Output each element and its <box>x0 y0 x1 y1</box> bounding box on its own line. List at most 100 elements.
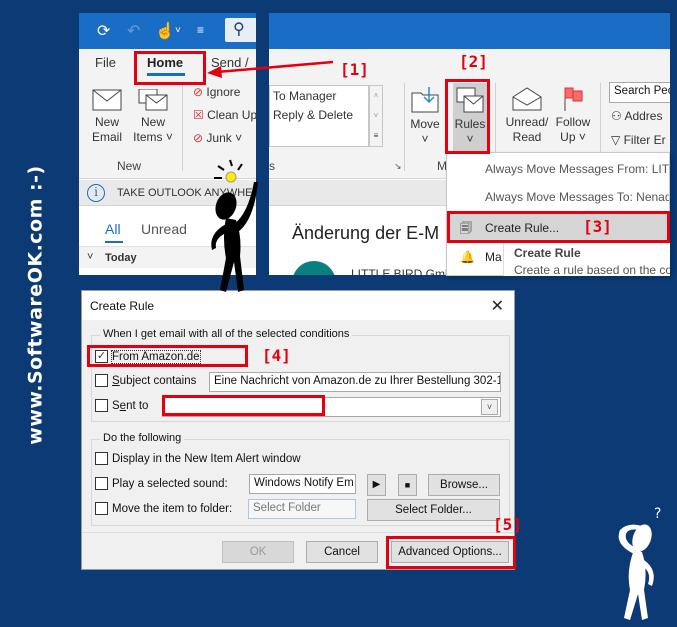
highlight-home-tab <box>134 51 206 85</box>
arrow-annotation <box>207 60 334 78</box>
search-people-input[interactable]: Search Peo <box>609 82 670 103</box>
title-bar: ⟳ ↶ ☝ ˅ ≡ ⚲ <box>79 13 256 49</box>
tab-file[interactable]: File <box>95 55 116 70</box>
browse-button[interactable]: Browse... <box>428 474 500 496</box>
menu-item-move-to[interactable]: Always Move Messages To: Nenad <box>447 183 669 211</box>
subject-input[interactable]: Eine Nachricht von Amazon.de zu Ihrer Be… <box>209 372 501 392</box>
create-rule-dialog: Create Rule ✕ When I get email with all … <box>81 290 515 570</box>
play-sound-checkbox[interactable] <box>95 477 108 490</box>
tab-unread[interactable]: Unread <box>141 221 187 237</box>
play-sound-button[interactable]: ▶ <box>367 474 386 496</box>
address-book-button[interactable]: ⚇ Addres <box>611 109 662 123</box>
group-label-new: New <box>117 159 142 173</box>
search-box[interactable]: ⚲ <box>225 18 256 42</box>
ignore-icon: ⊘ <box>193 85 204 99</box>
touch-dropdown-icon[interactable]: ˅ <box>175 25 181 36</box>
move-folder-checkbox[interactable] <box>95 502 108 515</box>
group-label-quick-steps: s <box>269 159 275 173</box>
annotation-5: [5] <box>493 515 522 534</box>
subject-checkbox[interactable] <box>95 374 108 387</box>
dialog-launcher-icon[interactable]: ↘ <box>394 161 402 172</box>
dialog-title: Create Rule <box>90 299 155 313</box>
sent-to-dropdown-icon[interactable]: ˅ <box>481 399 498 415</box>
quick-steps-scroll[interactable]: ˄ ˅ ≡ <box>369 85 383 147</box>
folder-input[interactable]: Select Folder <box>248 499 356 519</box>
sent-to-condition[interactable]: Sent to <box>95 399 148 412</box>
new-items-button[interactable]: New Items ˅ <box>133 89 173 145</box>
tab-all-underline <box>105 241 123 243</box>
manage-rules-bell-icon: 🔔 <box>460 250 475 264</box>
junk-button[interactable]: ⊘ Junk ˅ <box>193 131 242 145</box>
highlight-advanced-options <box>386 536 516 569</box>
close-icon[interactable]: ✕ <box>491 296 504 316</box>
undo-icon[interactable]: ↶ <box>127 21 140 41</box>
display-alert-checkbox[interactable] <box>95 452 108 465</box>
new-email-button[interactable]: New Email <box>89 89 125 145</box>
address-book-icon: ⚇ <box>611 109 622 123</box>
play-icon: ▶ <box>372 479 381 490</box>
envelope-icon <box>92 89 122 111</box>
sync-icon[interactable]: ⟳ <box>97 21 110 41</box>
quick-step-reply-delete[interactable]: Reply & Delete <box>273 108 353 122</box>
stop-sound-button[interactable]: ■ <box>398 474 417 496</box>
ribbon-separator <box>404 83 405 171</box>
create-rule-tooltip: Create Rule Create a rule based on the c… <box>503 240 670 276</box>
display-alert-action[interactable]: Display in the New Item Alert window <box>95 452 301 465</box>
info-icon: i <box>87 184 105 202</box>
touch-mode-icon[interactable]: ☝ <box>155 21 175 41</box>
thinking-figure-icon <box>211 159 258 292</box>
chevron-down-icon: ˅ <box>87 251 94 263</box>
tooltip-title: Create Rule <box>514 246 581 260</box>
highlight-sent-to <box>162 395 325 416</box>
watermark: www.SoftwareOK.com :-) <box>25 165 47 445</box>
dialog-separator <box>82 532 514 533</box>
open-envelope-icon <box>512 87 542 111</box>
customize-qat-icon[interactable]: ≡ <box>197 23 204 37</box>
sound-file-input[interactable]: Windows Notify Em <box>249 474 356 494</box>
annotation-2: [2] <box>459 52 488 71</box>
move-folder-icon <box>411 87 439 113</box>
svg-text:?: ? <box>654 506 661 522</box>
gallery-more-icon: ≡ <box>373 131 379 140</box>
ok-button[interactable]: OK <box>222 541 294 563</box>
play-sound-action[interactable]: Play a selected sound: <box>95 477 228 490</box>
reading-pane-subject: Änderung der E-M <box>292 223 440 243</box>
dialog-title-bar: Create Rule ✕ <box>82 291 514 320</box>
stop-icon: ■ <box>404 480 411 490</box>
menu-item-move-from[interactable]: Always Move Messages From: LITTLE <box>447 155 669 183</box>
highlight-from-condition <box>87 345 248 367</box>
confused-figure-icon: ? <box>618 506 661 620</box>
cancel-button[interactable]: Cancel <box>306 541 378 563</box>
quick-steps-gallery[interactable]: To Manager Reply & Delete <box>269 85 369 147</box>
highlight-create-rule <box>447 211 670 243</box>
info-bar-right <box>269 180 449 206</box>
follow-up-button[interactable]: Follow Up ˅ <box>553 87 593 145</box>
subject-condition[interactable]: Subject contains <box>95 374 196 387</box>
junk-icon: ⊘ <box>193 131 204 145</box>
annotation-1: [1] <box>340 60 369 79</box>
select-folder-button[interactable]: Select Folder... <box>367 499 500 521</box>
ignore-button[interactable]: ⊘ Ignore <box>193 85 240 99</box>
flag-icon <box>564 87 583 111</box>
quick-step-to-manager[interactable]: To Manager <box>273 89 336 103</box>
unread-read-button[interactable]: Unread/ Read <box>505 87 549 145</box>
actions-legend: Do the following <box>100 432 185 444</box>
sender-avatar <box>292 261 336 275</box>
tab-all[interactable]: All <box>105 221 121 237</box>
conditions-legend: When I get email with all of the selecte… <box>100 328 353 340</box>
move-button[interactable]: Move ˅ <box>409 87 441 147</box>
tooltip-text: Create a rule based on the con <box>514 263 670 276</box>
title-bar-right <box>269 13 670 49</box>
annotation-4: [4] <box>262 346 291 365</box>
clean-up-button[interactable]: ☒ Clean Up <box>193 108 256 122</box>
search-icon: ⚲ <box>233 21 245 38</box>
move-folder-action[interactable]: Move the item to folder: <box>95 502 232 515</box>
filter-email-button[interactable]: ▽ Filter Er <box>611 133 666 147</box>
highlight-rules-button <box>445 79 490 154</box>
clean-up-icon: ☒ <box>193 108 204 122</box>
ribbon-separator <box>182 83 183 171</box>
new-items-icon <box>138 89 168 111</box>
filter-icon: ▽ <box>611 133 621 147</box>
sent-to-checkbox[interactable] <box>95 399 108 412</box>
annotation-3: [3] <box>583 217 612 236</box>
